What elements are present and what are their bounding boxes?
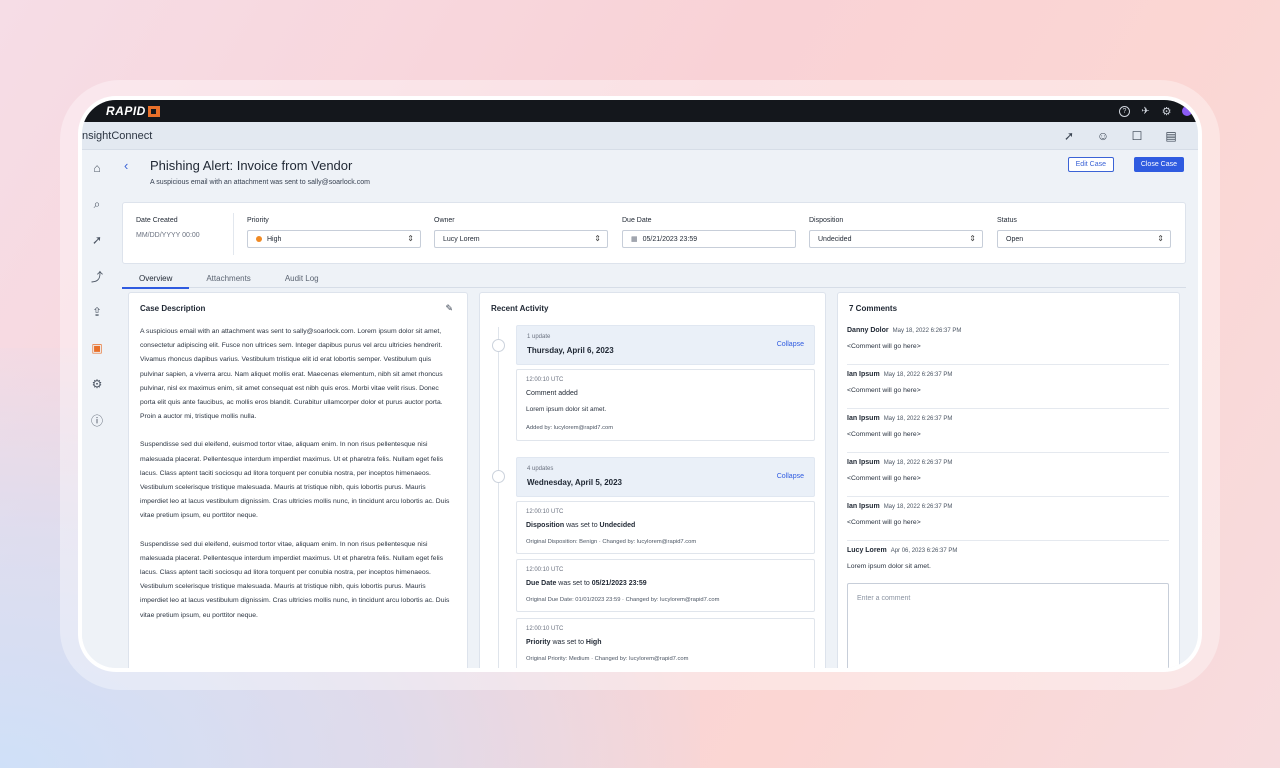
sidebar: ⌂ ⌕ ➚ ⤴ ⇪ ▣ ⚙ ⓘ [82, 150, 110, 668]
select-arrow-icon: ⇕ [407, 234, 414, 243]
date-created-field: Date Created MM/DD/YYYY 00:00 [136, 217, 200, 239]
main-content: ‹ Phishing Alert: Invoice from Vendor A … [120, 150, 1186, 668]
user-add-icon[interactable]: ☺ [1096, 129, 1110, 143]
collapse-link[interactable]: Collapse [777, 473, 804, 480]
page-title: Phishing Alert: Invoice from Vendor [150, 158, 353, 173]
priority-dot [256, 236, 262, 242]
case-tabs: Overview Attachments Audit Log [122, 268, 1186, 289]
timeline-line [498, 327, 499, 668]
tab-overview[interactable]: Overview [122, 268, 190, 289]
chat-icon[interactable]: ☐ [1130, 129, 1144, 143]
activity-entry: 12:00:10 UTC Comment added Lorem ipsum d… [516, 369, 815, 441]
comment-item: Lucy Lorem Apr 06, 2023 6:26:37 PM Lorem … [847, 547, 958, 570]
panel-title: Recent Activity [491, 304, 549, 313]
back-chevron-icon[interactable]: ‹ [124, 158, 128, 173]
comment-item: Ian Ipsum May 18, 2022 6:26:37 PM <Commen… [847, 365, 1169, 409]
tab-audit-log[interactable]: Audit Log [268, 268, 336, 288]
case-header: ‹ Phishing Alert: Invoice from Vendor A … [120, 150, 1186, 198]
help-icon[interactable]: ⓘ [83, 402, 111, 438]
activity-entry: 12:00:10 UTC Disposition was set to Unde… [516, 501, 815, 554]
tab-attachments[interactable]: Attachments [189, 268, 267, 288]
avatar[interactable] [1182, 106, 1192, 116]
workflow-icon[interactable]: ⤴ [83, 258, 111, 294]
priority-field: Priority High ⇕ [247, 217, 421, 248]
comment-item: Danny Dolor May 18, 2022 6:26:37 PM <Comm… [847, 321, 1169, 365]
activity-group: 1 update Thursday, April 6, 2023 Collaps… [516, 325, 815, 365]
rocket-icon[interactable]: ✈ [1140, 106, 1151, 117]
rapid7-logo: RAPID [106, 104, 160, 118]
case-subtitle: A suspicious email with an attachment wa… [150, 179, 370, 186]
status-field: Status Open ⇕ [997, 217, 1171, 248]
gear-icon[interactable]: ⚙ [83, 366, 111, 402]
comment-item: Ian Ipsum May 18, 2022 6:26:37 PM <Commen… [847, 409, 1169, 453]
recent-activity-panel: Recent Activity 1 update Thursday, April… [479, 292, 826, 668]
briefcase-icon[interactable]: ▣ [83, 330, 111, 366]
settings-icon[interactable]: ⚙ [1161, 106, 1172, 118]
due-date-input[interactable]: ▦ 05/21/2023 23:59 [622, 230, 796, 248]
description-text: A suspicious email with an attachment wa… [140, 328, 450, 619]
timeline-dot [492, 339, 505, 352]
comment-item: Ian Ipsum May 18, 2022 6:26:37 PM <Commen… [847, 453, 1169, 497]
timeline-dot [492, 470, 505, 483]
case-fields-card: Date Created MM/DD/YYYY 00:00 Priority H… [122, 202, 1186, 264]
activity-entry: 12:00:10 UTC Priority was set to High Or… [516, 618, 815, 668]
device-frame: RAPID ? ✈ ⚙ nsightConnect ➚ ☺ ☐ ▤ ⌂ ⌕ ➚ [78, 96, 1202, 672]
comments-panel: 7 Comments Danny Dolor May 18, 2022 6:26:… [837, 292, 1180, 668]
activity-entry: 12:00:10 UTC Due Date was set to 05/21/2… [516, 559, 815, 612]
status-select[interactable]: Open ⇕ [997, 230, 1171, 248]
comment-placeholder: Enter a comment [857, 595, 911, 602]
disposition-field: Disposition Undecided ⇕ [809, 217, 983, 248]
cursor-icon[interactable]: ➚ [1062, 129, 1076, 143]
case-description-panel: Case Description ✎ A suspicious email wi… [128, 292, 468, 668]
panel-title: 7 Comments [849, 304, 898, 313]
close-case-button[interactable]: Close Case [1133, 157, 1184, 172]
edit-pencil-icon[interactable]: ✎ [445, 303, 453, 314]
due-date-field: Due Date ▦ 05/21/2023 23:59 [622, 217, 796, 248]
date-created-value: MM/DD/YYYY 00:00 [136, 232, 200, 239]
keyboard-icon[interactable]: ▤ [1164, 129, 1178, 143]
select-arrow-icon: ⇕ [594, 234, 601, 243]
comment-input[interactable]: Enter a comment [847, 583, 1169, 668]
home-icon[interactable]: ⌂ [83, 150, 111, 186]
owner-field: Owner Lucy Lorem ⇕ [434, 217, 608, 248]
owner-select[interactable]: Lucy Lorem ⇕ [434, 230, 608, 248]
app-name: nsightConnect [82, 129, 153, 142]
activity-group: 4 updates Wednesday, April 5, 2023 Colla… [516, 457, 815, 497]
select-arrow-icon: ⇕ [969, 234, 976, 243]
calendar-icon: ▦ [631, 236, 638, 243]
comment-item: Ian Ipsum May 18, 2022 6:26:37 PM <Commen… [847, 497, 1169, 541]
panel-title: Case Description [140, 304, 206, 313]
help-icon[interactable]: ? [1119, 105, 1130, 117]
logo-mark [147, 105, 160, 117]
export-icon[interactable]: ⇪ [83, 294, 111, 330]
edit-case-button[interactable]: Edit Case [1067, 157, 1114, 172]
app-header: nsightConnect ➚ ☺ ☐ ▤ [82, 122, 1198, 150]
search-icon[interactable]: ⌕ [83, 186, 111, 222]
app-window: RAPID ? ✈ ⚙ nsightConnect ➚ ☺ ☐ ▤ ⌂ ⌕ ➚ [82, 100, 1198, 668]
select-arrow-icon: ⇕ [1157, 234, 1164, 243]
cursor-icon[interactable]: ➚ [83, 222, 111, 258]
divider [233, 213, 234, 255]
disposition-select[interactable]: Undecided ⇕ [809, 230, 983, 248]
priority-select[interactable]: High ⇕ [247, 230, 421, 248]
collapse-link[interactable]: Collapse [777, 341, 804, 348]
global-topbar: RAPID ? ✈ ⚙ [82, 100, 1198, 122]
